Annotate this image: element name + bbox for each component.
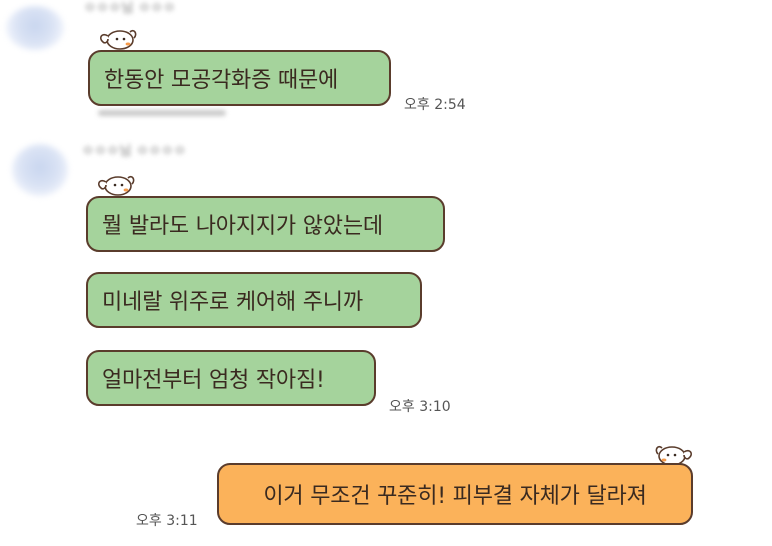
- message-text: 이거 무조건 꾸준히! 피부결 자체가 달라져: [263, 484, 647, 509]
- message-bubble[interactable]: 뭘 발라도 나아지지가 않았는데: [86, 196, 445, 252]
- message-time: 오후 3:11: [136, 513, 198, 529]
- blurred-fragment: [98, 110, 226, 116]
- message-text: 미네랄 위주로 케어해 주니까: [102, 290, 363, 315]
- message-bubble[interactable]: 얼마전부터 엄청 작아짐!: [86, 350, 376, 406]
- message-time: 오후 3:10: [389, 399, 451, 415]
- message-text: 한동안 모공각화증 때문에: [104, 68, 339, 93]
- message-bubble[interactable]: 한동안 모공각화증 때문에: [88, 50, 391, 106]
- message-time: 오후 2:54: [404, 97, 466, 113]
- message-bubble[interactable]: 이거 무조건 꾸준히! 피부결 자체가 달라져: [217, 463, 693, 525]
- message-bubble[interactable]: 미네랄 위주로 케어해 주니까: [86, 272, 422, 328]
- sender-name: ㅇㅇㅇ님 ㅇㅇㅇㅇ: [82, 144, 187, 159]
- message-text: 얼마전부터 엄청 작아짐!: [102, 368, 325, 393]
- puppy-sticker-icon: [98, 175, 135, 196]
- sender-avatar[interactable]: [6, 6, 64, 50]
- puppy-sticker-icon: [100, 29, 137, 50]
- sender-name: ㅇㅇㅇ님 ㅇㅇㅇ: [84, 1, 176, 16]
- sender-avatar[interactable]: [12, 144, 68, 196]
- message-text: 뭘 발라도 나아지지가 않았는데: [102, 214, 383, 239]
